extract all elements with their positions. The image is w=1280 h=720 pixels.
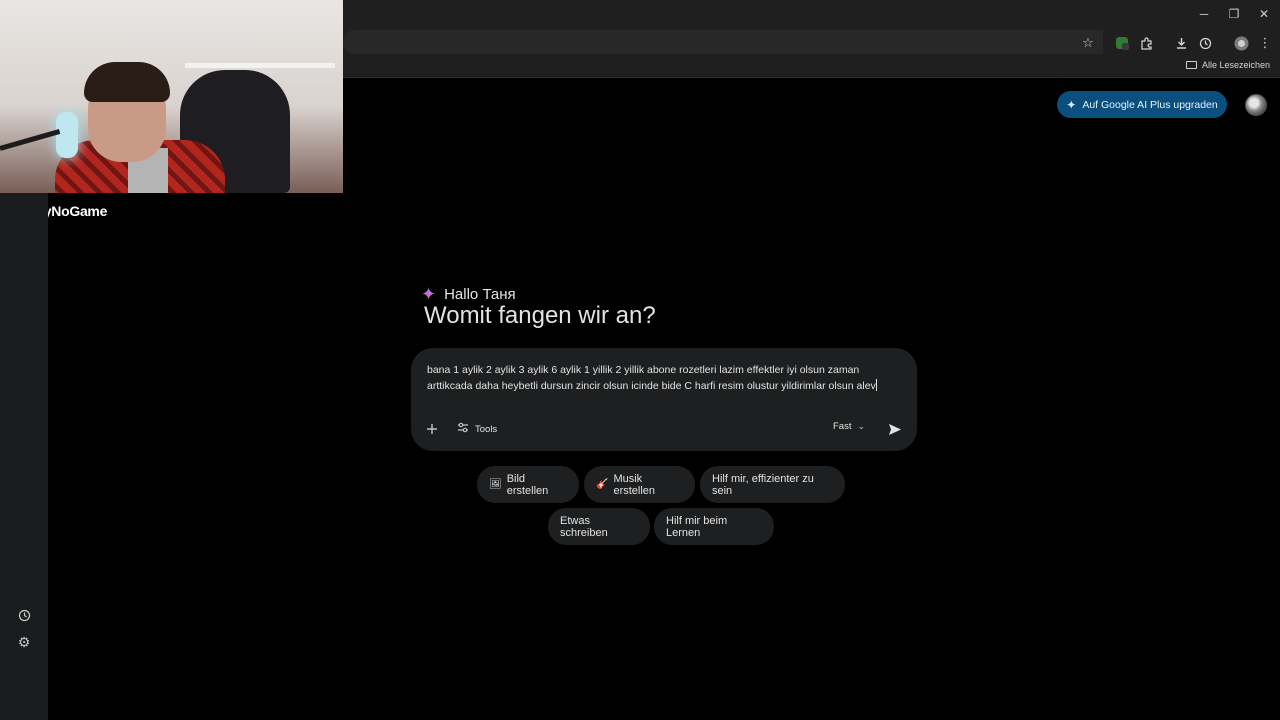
extension-badge-icon[interactable]: [1112, 33, 1132, 53]
all-bookmarks-label: Alle Lesezeichen: [1201, 60, 1270, 70]
text-caret: [875, 379, 877, 391]
minimize-button[interactable]: ─: [1189, 3, 1219, 25]
prompt-composer: bana 1 aylik 2 aylik 3 aylik 6 aylik 1 y…: [411, 348, 917, 451]
chip-label: Etwas schreiben: [560, 514, 608, 539]
chip-label: Hilf mir, effizienter zu sein: [712, 472, 814, 497]
chip-label: Bild erstellen: [506, 472, 549, 497]
upgrade-button[interactable]: ✦ Auf Google AI Plus upgraden: [1057, 91, 1227, 118]
upgrade-label: Auf Google AI Plus upgraden: [1082, 98, 1218, 111]
all-bookmarks-button[interactable]: Alle Lesezeichen: [1185, 60, 1270, 70]
folder-icon: [1185, 61, 1197, 69]
prompt-text: bana 1 aylik 2 aylik 3 aylik 6 aylik 1 y…: [427, 364, 876, 392]
chip-help-learn[interactable]: Hilf mir beim Lernen: [654, 508, 774, 545]
side-rail: ⚙: [0, 193, 48, 720]
address-bar[interactable]: [343, 30, 1103, 54]
chip-create-music[interactable]: 🎸 Musik erstellen: [584, 466, 695, 503]
image-icon: 🖼: [489, 479, 502, 490]
guitar-icon: 🎸: [596, 479, 609, 490]
webcam-mic-stand: [0, 129, 61, 151]
chip-label: Hilf mir beim Lernen: [666, 514, 728, 539]
add-attachment-button[interactable]: [423, 420, 441, 438]
prompt-input[interactable]: bana 1 aylik 2 aylik 3 aylik 6 aylik 1 y…: [427, 362, 889, 394]
webcam-microphone: [56, 112, 78, 158]
chevron-down-icon: ⌄: [857, 421, 866, 431]
chip-label: Musik erstellen: [613, 472, 656, 497]
tools-label: Tools: [475, 423, 498, 435]
mode-label: Fast: [833, 421, 852, 432]
webcam-hair: [84, 62, 170, 102]
restore-button[interactable]: ❐: [1219, 3, 1249, 25]
chip-create-image[interactable]: 🖼 Bild erstellen: [477, 466, 579, 503]
chip-be-efficient[interactable]: Hilf mir, effizienter zu sein: [700, 466, 845, 503]
star-icon[interactable]: ☆: [1078, 33, 1098, 53]
tools-button[interactable]: Tools: [457, 421, 497, 437]
greeting-hello: Hallo Таня: [444, 286, 516, 303]
profile-icon[interactable]: [1231, 33, 1251, 53]
close-window-button[interactable]: ✕: [1249, 3, 1279, 25]
account-avatar[interactable]: [1245, 94, 1267, 116]
model-mode-selector[interactable]: Fast ⌄: [833, 421, 865, 432]
settings-gear-icon[interactable]: ⚙: [14, 632, 34, 652]
webcam-overlay: [0, 0, 343, 193]
sparkle-icon: ✦: [1066, 97, 1077, 112]
extensions-icon[interactable]: [1136, 33, 1156, 53]
webcam-shelf: [185, 63, 335, 68]
page-heading: Womit fangen wir an?: [424, 302, 656, 329]
menu-icon[interactable]: ⋮: [1255, 33, 1275, 53]
chip-write-something[interactable]: Etwas schreiben: [548, 508, 650, 545]
activity-history-icon[interactable]: [14, 605, 34, 625]
send-button[interactable]: [885, 419, 905, 439]
tools-sliders-icon: [457, 422, 469, 436]
history-icon[interactable]: [1195, 33, 1215, 53]
download-icon[interactable]: [1171, 33, 1191, 53]
